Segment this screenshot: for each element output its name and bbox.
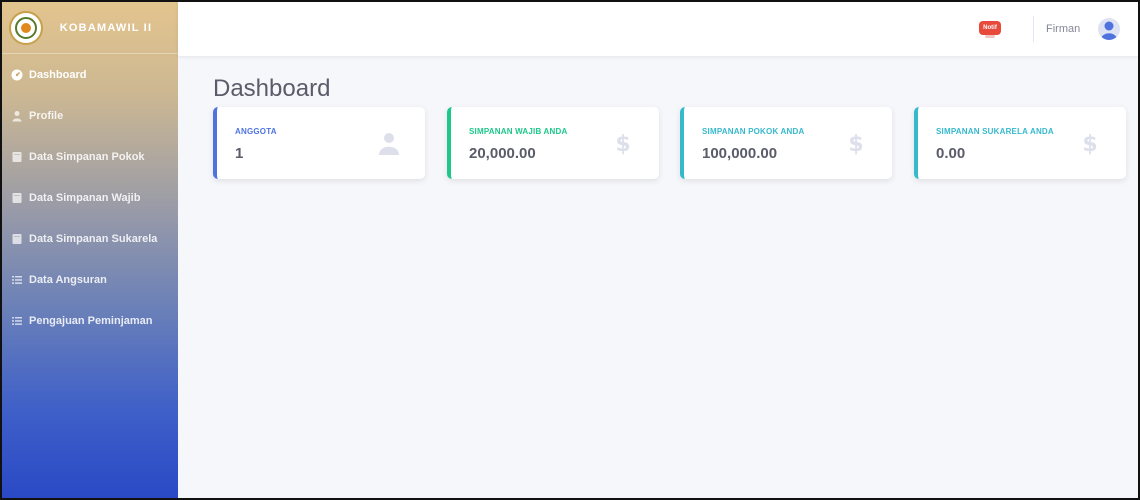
sidebar-item-label: Pengajuan Peminjaman [29,314,153,327]
sidebar-item-data-simpanan-sukarela[interactable]: Data Simpanan Sukarela [2,218,178,259]
card-value: 20,000.00 [469,145,536,162]
dashboard-gauge-icon [11,69,23,81]
book-icon [11,233,23,245]
svg-text:$: $ [848,132,863,155]
sidebar-item-pengajuan-peminjaman[interactable]: Pengajuan Peminjaman [2,300,178,341]
card-value: 1 [235,145,244,162]
card-value: 0.00 [936,145,966,162]
svg-text:$: $ [615,132,630,155]
sidebar-item-data-simpanan-wajib[interactable]: Data Simpanan Wajib [2,177,178,218]
card-value: 100,000.00 [702,145,778,162]
topbar: Notif Firman [178,2,1138,56]
sidebar: KOBAMAWIL II Dashboard Profile Data Simp… [2,2,178,498]
card-anggota: ANGGOTA 1 [213,107,425,179]
kobamawil-logo-icon [9,10,43,45]
svg-text:$: $ [1082,132,1097,155]
list-icon [11,274,23,286]
sidebar-item-label: Data Angsuran [29,273,107,286]
sidebar-item-data-simpanan-pokok[interactable]: Data Simpanan Pokok [2,136,178,177]
card-label: SIMPANAN WAJIB ANDA [469,127,568,136]
card-label: SIMPANAN SUKARELA ANDA [936,127,1054,136]
sidebar-brand[interactable]: KOBAMAWIL II [2,2,178,54]
brand-name: KOBAMAWIL II [59,21,153,34]
card-simpanan-wajib: SIMPANAN WAJIB ANDA 20,000.00 $ [447,107,659,179]
user-avatar-icon[interactable] [1098,18,1120,40]
notification-shadow [985,35,995,38]
sidebar-nav: Dashboard Profile Data Simpanan Pokok Da… [2,54,178,341]
user-icon [379,131,399,155]
sidebar-item-label: Data Simpanan Pokok [29,150,145,163]
page-title: Dashboard [213,75,331,102]
list-icon [11,315,23,327]
user-icon [11,110,23,122]
sidebar-item-dashboard[interactable]: Dashboard [2,54,178,95]
notification-badge[interactable]: Notif [979,21,1001,35]
topbar-divider [1033,16,1034,42]
sidebar-item-label: Profile [29,109,64,122]
sidebar-item-data-angsuran[interactable]: Data Angsuran [2,259,178,300]
dollar-icon: $ [613,131,633,157]
card-label: SIMPANAN POKOK ANDA [702,127,805,136]
sidebar-item-label: Data Simpanan Sukarela [29,232,158,245]
sidebar-item-profile[interactable]: Profile [2,95,178,136]
app-window: KOBAMAWIL II Dashboard Profile Data Simp… [0,0,1140,500]
card-label: ANGGOTA [235,127,277,136]
book-icon [11,192,23,204]
sidebar-item-label: Data Simpanan Wajib [29,191,141,204]
dollar-icon: $ [846,131,866,157]
card-simpanan-sukarela: SIMPANAN SUKARELA ANDA 0.00 $ [914,107,1126,179]
dollar-icon: $ [1080,131,1100,157]
user-name[interactable]: Firman [1046,23,1080,35]
book-icon [11,151,23,163]
card-simpanan-pokok: SIMPANAN POKOK ANDA 100,000.00 $ [680,107,892,179]
sidebar-item-label: Dashboard [29,68,87,81]
